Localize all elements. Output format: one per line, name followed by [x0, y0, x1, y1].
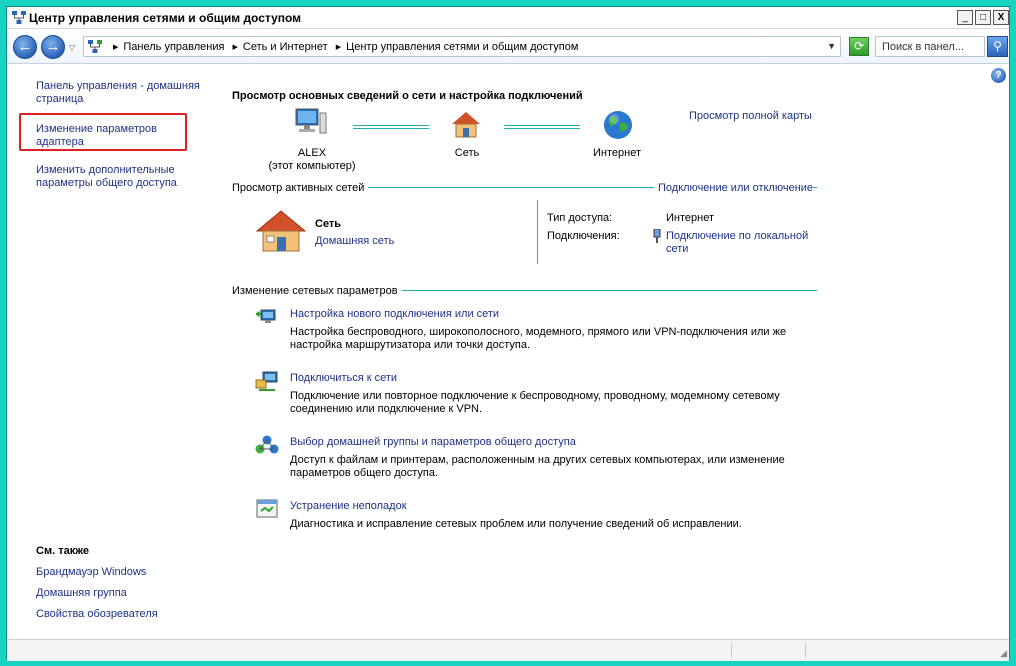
- history-dropdown-icon[interactable]: ▽: [69, 43, 75, 52]
- minimize-button[interactable]: _: [957, 10, 973, 25]
- network-label: Сеть: [454, 147, 480, 159]
- forward-button[interactable]: →: [41, 35, 65, 59]
- breadcrumb-network-internet[interactable]: Сеть и Интернет: [243, 41, 328, 53]
- task-connect-network[interactable]: Подключиться к сети: [290, 372, 397, 384]
- computer-subtitle: (этот компьютер): [268, 160, 356, 172]
- breadcrumb-control-panel[interactable]: Панель управления: [123, 41, 224, 53]
- globe-icon[interactable]: [602, 109, 634, 141]
- ethernet-icon: [653, 229, 661, 243]
- resize-grip-icon[interactable]: ◢: [1000, 648, 1007, 659]
- sidebar-link-adapter-settings[interactable]: Изменение параметров адаптера: [36, 123, 176, 149]
- task-setup-new-connection-desc: Настройка беспроводного, широкополосного…: [290, 326, 787, 351]
- chevron-right-icon[interactable]: ▶: [336, 43, 341, 51]
- connection-line: [353, 125, 429, 129]
- main-content: Просмотр основных сведений о сети и наст…: [217, 65, 1011, 639]
- new-connection-icon[interactable]: [255, 306, 279, 328]
- navigation-toolbar: ← → ▽ ▶ Панель управления ▶ Сеть и Интерне…: [7, 30, 1009, 64]
- access-type-label: Тип доступа:: [547, 212, 613, 224]
- connect-disconnect-link[interactable]: Подключение или отключение: [654, 182, 814, 194]
- refresh-button[interactable]: ⟳: [849, 37, 869, 56]
- computer-icon[interactable]: [294, 107, 328, 137]
- task-troubleshoot[interactable]: Устранение неполадок: [290, 500, 407, 512]
- breadcrumb: ▶ Панель управления ▶ Сеть и Интернет ▶ Цен…: [108, 41, 578, 53]
- back-button[interactable]: ←: [13, 35, 37, 59]
- status-bar: ◢: [7, 639, 1009, 661]
- network-center-window: Центр управления сетями и общим доступом…: [6, 6, 1011, 661]
- computer-name: ALEX: [297, 147, 327, 159]
- back-arrow-icon: ←: [17, 38, 33, 55]
- breadcrumb-network-center[interactable]: Центр управления сетями и общим доступом: [346, 41, 578, 53]
- maximize-button[interactable]: □: [975, 10, 991, 25]
- house-icon[interactable]: [450, 110, 482, 140]
- access-type-value: Интернет: [666, 212, 714, 224]
- connection-line: [504, 125, 580, 129]
- sidebar-link-internet-options[interactable]: Свойства обозревателя: [36, 608, 216, 621]
- search-button[interactable]: ⚲: [987, 36, 1008, 57]
- local-connection-link[interactable]: Подключение по локальной сети: [666, 230, 826, 256]
- search-input[interactable]: Поиск в панел...: [875, 36, 985, 57]
- troubleshoot-icon[interactable]: [255, 498, 279, 520]
- homegroup-icon[interactable]: [255, 434, 279, 456]
- task-homegroup-sharing-desc: Доступ к файлам и принтерам, расположенн…: [290, 454, 785, 479]
- chevron-right-icon[interactable]: ▶: [113, 43, 118, 51]
- sidebar: Панель управления - домашняя страница Из…: [7, 65, 217, 639]
- active-networks-title: Просмотр активных сетей: [232, 182, 369, 194]
- chevron-down-icon[interactable]: ▼: [827, 41, 836, 51]
- sidebar-link-firewall[interactable]: Брандмауэр Windows: [36, 566, 216, 579]
- search-icon: ⚲: [993, 39, 1002, 53]
- connections-label: Подключения:: [547, 230, 620, 242]
- window-title: Центр управления сетями и общим доступом: [29, 11, 302, 25]
- active-network-name: Сеть: [315, 218, 342, 230]
- home-network-icon[interactable]: [255, 209, 307, 255]
- sidebar-link-homegroup[interactable]: Домашняя группа: [36, 587, 216, 600]
- vertical-divider: [537, 200, 538, 264]
- see-also-title: См. также: [36, 545, 89, 557]
- task-troubleshoot-desc: Диагностика и исправление сетевых пробле…: [290, 518, 742, 530]
- status-cell: [731, 643, 732, 658]
- full-map-link[interactable]: Просмотр полной карты: [689, 110, 812, 122]
- control-panel-icon: [88, 40, 102, 53]
- sidebar-link-advanced-sharing[interactable]: Изменить дополнительные параметры общего…: [36, 164, 196, 190]
- close-button[interactable]: X: [993, 10, 1009, 25]
- address-bar[interactable]: ▶ Панель управления ▶ Сеть и Интернет ▶ Цен…: [83, 36, 841, 57]
- sidebar-link-control-panel-home[interactable]: Панель управления - домашняя страница: [36, 80, 216, 106]
- refresh-icon: ⟳: [853, 39, 865, 53]
- status-cell: [805, 643, 806, 658]
- task-connect-network-desc: Подключение или повторное подключение к …: [290, 390, 780, 415]
- title-bar: Центр управления сетями и общим доступом…: [7, 7, 1009, 29]
- task-setup-new-connection[interactable]: Настройка нового подключения или сети: [290, 308, 499, 320]
- task-homegroup-sharing[interactable]: Выбор домашней группы и параметров общег…: [290, 436, 576, 448]
- connect-network-icon[interactable]: [255, 370, 279, 392]
- network-type-link[interactable]: Домашняя сеть: [315, 235, 394, 247]
- network-icon: [12, 11, 26, 24]
- internet-label: Интернет: [593, 147, 641, 159]
- page-title: Просмотр основных сведений о сети и наст…: [232, 90, 583, 102]
- chevron-right-icon[interactable]: ▶: [233, 43, 238, 51]
- forward-arrow-icon: →: [45, 38, 61, 55]
- change-settings-title: Изменение сетевых параметров: [232, 285, 402, 297]
